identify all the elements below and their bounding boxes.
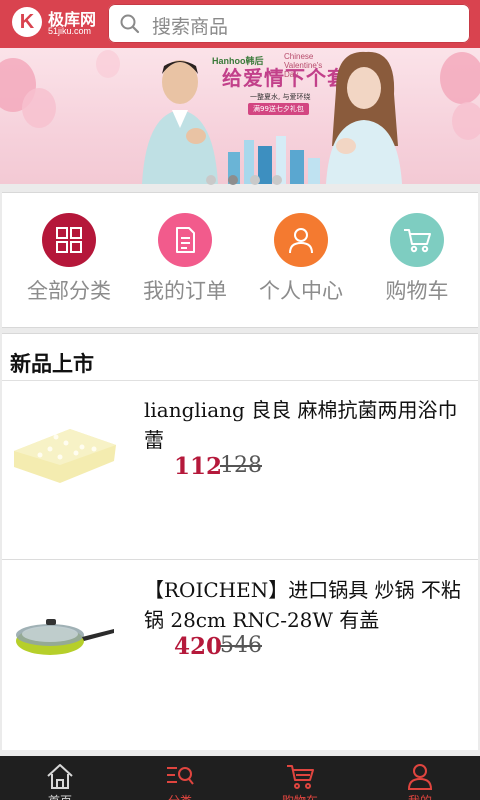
promo-banner[interactable]: Hanhoo韩后 Chinese Valentine's Day 给爱情下个套 … bbox=[0, 48, 480, 184]
product-name[interactable]: 【ROICHEN】进口锅具 炒锅 不粘锅 28cm RNC-28W 有盖 bbox=[144, 575, 466, 633]
search-input[interactable]: 搜索商品 bbox=[108, 4, 470, 43]
quick-menu-icon-bg bbox=[42, 213, 96, 267]
nav-label: 我的 bbox=[360, 792, 480, 800]
product-original-price: 128 bbox=[220, 453, 262, 478]
balloon-decoration bbox=[440, 52, 480, 104]
quick-menu-all-categories[interactable]: 全部分类 bbox=[10, 213, 128, 305]
nav-my-account[interactable]: 我的 bbox=[360, 756, 480, 800]
app-header: K 极库网 51jiku.com 搜索商品 bbox=[0, 0, 480, 48]
user-icon bbox=[407, 764, 433, 790]
pagination-dot[interactable] bbox=[206, 175, 216, 185]
product-price: 112 bbox=[174, 453, 223, 480]
nav-label: 购物车 bbox=[240, 792, 360, 800]
document-icon bbox=[176, 227, 195, 253]
search-placeholder: 搜索商品 bbox=[152, 16, 229, 38]
quick-menu-label: 我的订单 bbox=[143, 279, 227, 303]
cart-icon bbox=[404, 229, 431, 253]
quick-menu: 全部分类 我的订单 个人中心 购物车 bbox=[2, 192, 478, 328]
product-image-towel[interactable] bbox=[10, 399, 118, 503]
product-original-price: 546 bbox=[220, 633, 262, 658]
person-icon bbox=[289, 228, 313, 254]
product-item[interactable]: 【ROICHEN】进口锅具 炒锅 不粘锅 28cm RNC-28W 有盖 420… bbox=[2, 561, 478, 739]
balloon-decoration bbox=[22, 88, 56, 128]
quick-menu-icon-bg bbox=[390, 213, 444, 267]
nav-label: 首页 bbox=[0, 792, 120, 800]
product-item[interactable]: liangliang 良良 麻棉抗菌两用浴巾 蕾 112 128 bbox=[2, 381, 478, 560]
quick-menu-icon-bg bbox=[274, 213, 328, 267]
balloon-decoration bbox=[96, 50, 120, 78]
quick-menu-my-orders[interactable]: 我的订单 bbox=[126, 213, 244, 305]
nav-home[interactable]: 首页 bbox=[0, 756, 120, 800]
category-search-icon bbox=[167, 767, 194, 785]
female-model-image bbox=[326, 51, 402, 184]
new-arrivals-section: 新品上市 liangliang 良良 麻棉抗菌两用浴巾 蕾 112 128 【R… bbox=[2, 333, 478, 750]
quick-menu-label: 个人中心 bbox=[259, 279, 343, 303]
banner-pagination bbox=[206, 170, 294, 189]
nav-category[interactable]: 分类 bbox=[120, 756, 240, 800]
pagination-dot-active[interactable] bbox=[228, 175, 238, 185]
nav-label: 分类 bbox=[120, 792, 240, 800]
quick-menu-shopping-cart[interactable]: 购物车 bbox=[358, 213, 476, 305]
search-icon bbox=[120, 14, 140, 34]
male-model-image bbox=[142, 60, 218, 184]
pagination-dot[interactable] bbox=[272, 175, 282, 185]
grid-icon bbox=[56, 227, 82, 253]
cart-icon bbox=[287, 765, 314, 789]
quick-menu-label: 全部分类 bbox=[27, 279, 111, 303]
section-title: 新品上市 bbox=[10, 352, 94, 376]
logo-domain: 51jiku.com bbox=[48, 26, 92, 36]
banner-tag: 满99送七夕礼包 bbox=[248, 103, 309, 115]
pagination-dot[interactable] bbox=[250, 175, 260, 185]
nav-cart[interactable]: 购物车 bbox=[240, 756, 360, 800]
quick-menu-label: 购物车 bbox=[385, 279, 449, 303]
bottom-nav: 首页 分类 购物车 我的 bbox=[0, 756, 480, 800]
site-logo[interactable]: K 极库网 51jiku.com bbox=[12, 5, 100, 41]
product-name[interactable]: liangliang 良良 麻棉抗菌两用浴巾 蕾 bbox=[144, 395, 466, 453]
product-price: 420 bbox=[174, 633, 223, 660]
balloon-decoration bbox=[452, 102, 480, 140]
home-icon bbox=[47, 764, 73, 789]
logo-badge: K bbox=[12, 7, 42, 37]
quick-menu-icon-bg bbox=[158, 213, 212, 267]
quick-menu-personal-center[interactable]: 个人中心 bbox=[242, 213, 360, 305]
banner-subline: 一整夏水, 与爱环绕 bbox=[250, 93, 311, 101]
product-image-wok[interactable] bbox=[10, 579, 118, 683]
